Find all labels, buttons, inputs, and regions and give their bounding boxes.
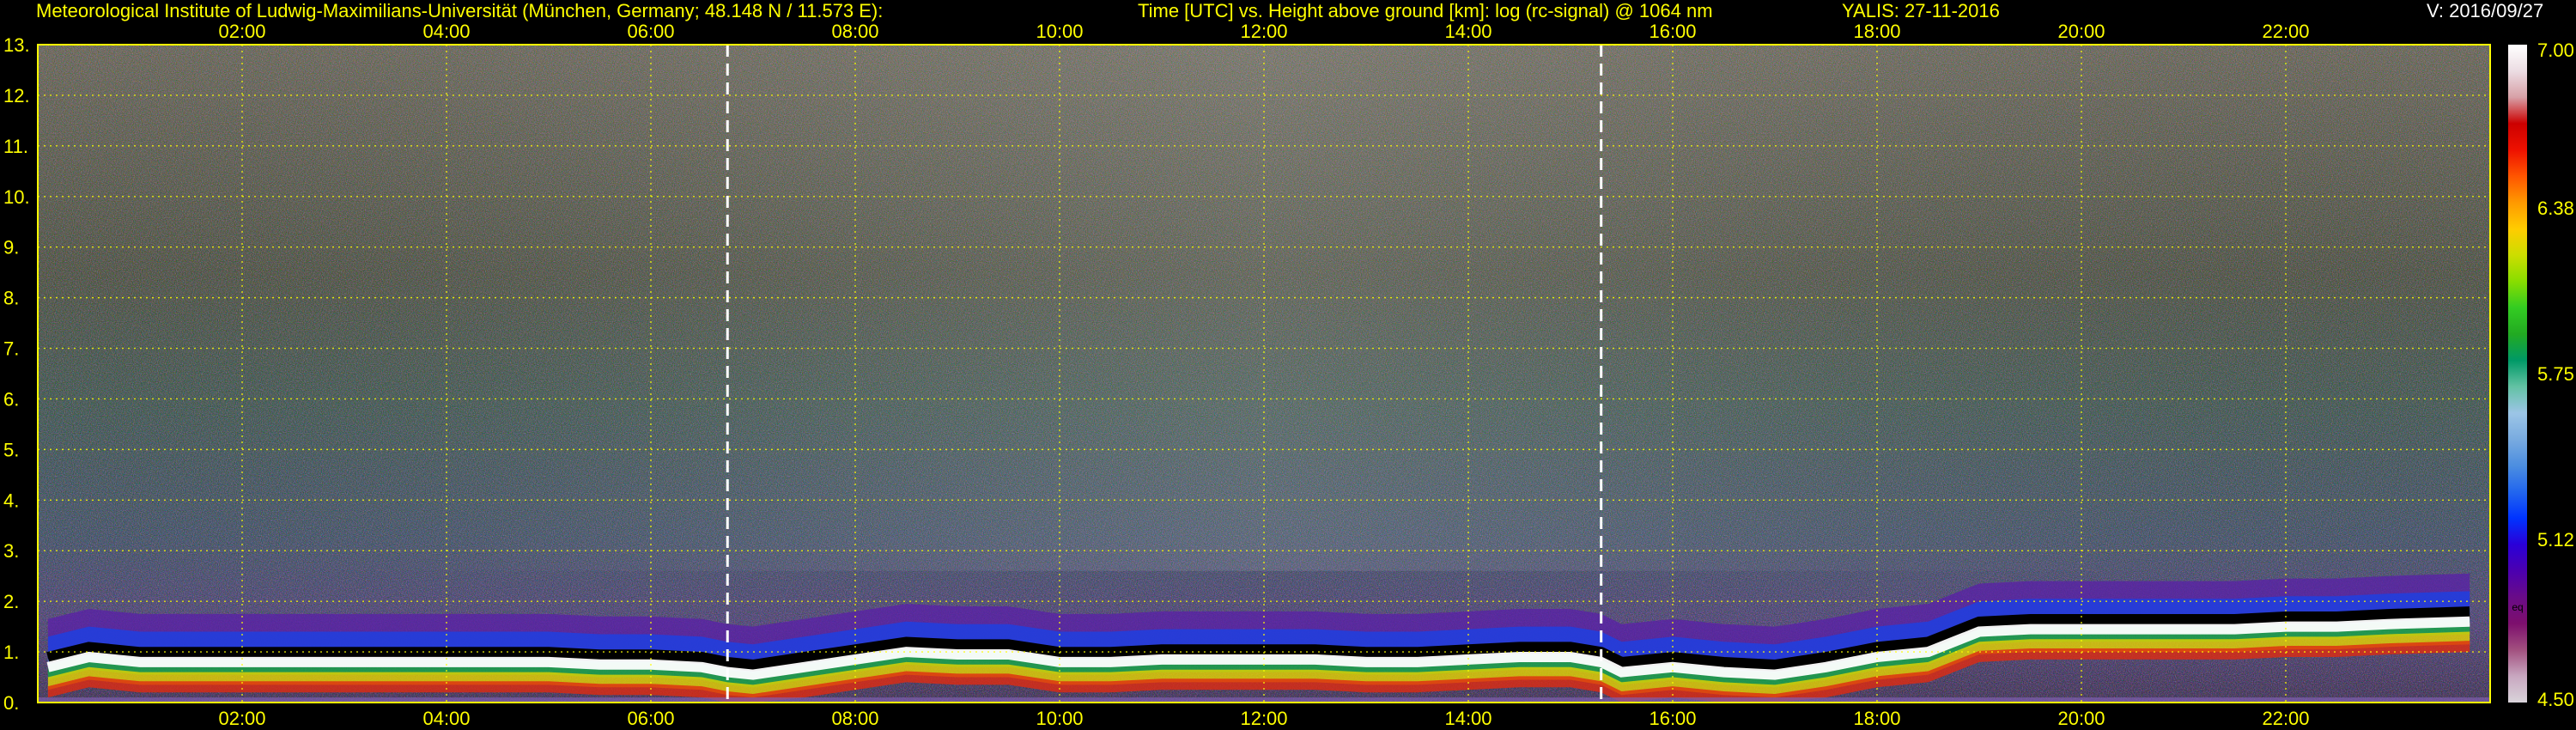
x-tick-label-bottom: 22:00 — [2262, 708, 2309, 729]
y-tick-label: 9. — [3, 237, 19, 259]
backscatter-heatmap-chart: 0. 1. 2. 3. 4. 5. 6. 7. 8. 9. 10. 11. 12. 13. 02:00 04… — [3, 21, 2574, 729]
y-tick-label: 0. — [3, 692, 19, 714]
x-tick-label-top: 12:00 — [1240, 21, 1287, 42]
y-tick-label: 7. — [3, 338, 19, 360]
x-axis-top: 02:00 04:00 06:00 08:00 10:00 12:00 14:00 16:00… — [218, 21, 2309, 42]
colorbar-tick-label: 4.50 — [2537, 689, 2574, 710]
y-tick-label: 8. — [3, 288, 19, 309]
x-tick-label-bottom: 06:00 — [627, 708, 674, 729]
y-axis: 0. 1. 2. 3. 4. 5. 6. 7. 8. 9. 10. 11. 12. 13. — [3, 34, 30, 714]
x-tick-label-bottom: 04:00 — [422, 708, 470, 729]
y-tick-label: 3. — [3, 540, 19, 562]
x-tick-label-top: 20:00 — [2057, 21, 2105, 42]
x-tick-label-bottom: 10:00 — [1036, 708, 1083, 729]
x-tick-label-top: 14:00 — [1444, 21, 1492, 42]
colorbar-tick-label: 7.00 — [2537, 40, 2574, 61]
colorbar-tick-label: 5.12 — [2537, 529, 2574, 551]
y-tick-label: 1. — [3, 642, 19, 663]
x-axis-bottom: 02:00 04:00 06:00 08:00 10:00 12:00 14:00 16:00… — [218, 708, 2309, 729]
y-tick-label: 4. — [3, 490, 19, 511]
x-tick-label-top: 08:00 — [831, 21, 878, 42]
x-tick-label-bottom: 12:00 — [1240, 708, 1287, 729]
y-tick-label: 2. — [3, 591, 19, 612]
colorbar-unit-label: eq — [2512, 601, 2523, 613]
y-tick-label: 5. — [3, 439, 19, 460]
x-tick-label-bottom: 08:00 — [831, 708, 878, 729]
y-tick-label: 6. — [3, 388, 19, 410]
y-tick-label: 12. — [3, 85, 30, 106]
y-tick-label: 11. — [3, 136, 28, 157]
x-tick-label-bottom: 16:00 — [1649, 708, 1696, 729]
x-tick-label-bottom: 18:00 — [1853, 708, 1900, 729]
colorbar-tick-label: 6.38 — [2537, 198, 2574, 219]
y-tick-label: 10. — [3, 186, 30, 208]
x-tick-label-bottom: 20:00 — [2057, 708, 2105, 729]
colorbar: 7.00 6.38 5.75 5.12 4.50 eq — [2508, 40, 2574, 710]
colorbar-tick-label: 5.75 — [2537, 363, 2574, 385]
y-tick-label: 13. — [3, 34, 30, 56]
x-tick-label-bottom: 14:00 — [1444, 708, 1492, 729]
x-tick-label-top: 10:00 — [1036, 21, 1083, 42]
x-tick-label-top: 06:00 — [627, 21, 674, 42]
x-tick-label-top: 02:00 — [218, 21, 265, 42]
x-tick-label-top: 04:00 — [422, 21, 470, 42]
x-tick-label-top: 22:00 — [2262, 21, 2309, 42]
x-tick-label-bottom: 02:00 — [218, 708, 265, 729]
lidar-quicklook: Meteorological Institute of Ludwig-Maxim… — [0, 0, 2576, 730]
x-tick-label-top: 18:00 — [1853, 21, 1900, 42]
x-tick-label-top: 16:00 — [1649, 21, 1696, 42]
